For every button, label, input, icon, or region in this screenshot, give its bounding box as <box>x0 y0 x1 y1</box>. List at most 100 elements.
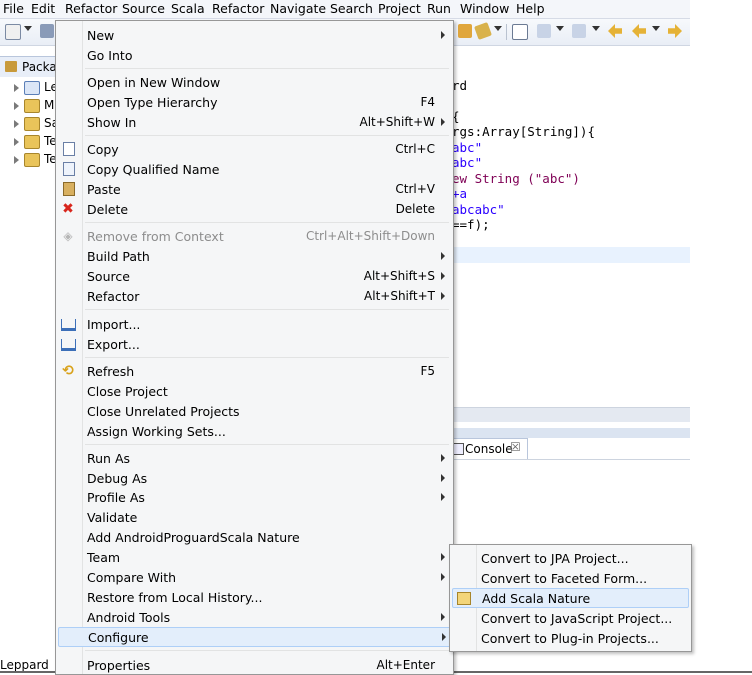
forward-icon[interactable] <box>668 24 682 38</box>
menu-item-configure[interactable]: Configure <box>58 627 451 647</box>
menu-item-refresh[interactable]: ⟲ Refresh F5 <box>58 361 449 381</box>
menu-item-open-type-hierarchy[interactable]: Open Type Hierarchy F4 <box>58 92 449 112</box>
menu-source[interactable]: Source <box>122 1 165 16</box>
menu-item-import[interactable]: Import... <box>58 314 449 334</box>
tree-item[interactable]: M <box>14 98 59 114</box>
menu-item-show-in[interactable]: Show In Alt+Shift+W <box>58 112 449 132</box>
submenu-item-convert-to-faceted-form[interactable]: Convert to Faceted Form... <box>452 568 687 588</box>
annotation-icon[interactable] <box>512 24 528 40</box>
pencil-dropdown-icon[interactable] <box>494 26 502 31</box>
new-dropdown-icon[interactable] <box>24 26 32 31</box>
menu-item-source[interactable]: Source Alt+Shift+S <box>58 266 449 286</box>
copy-qualified-icon <box>63 162 75 176</box>
expand-icon[interactable] <box>14 138 19 146</box>
menu-item-properties[interactable]: Properties Alt+Enter <box>58 655 449 674</box>
expand-icon[interactable] <box>14 84 19 92</box>
menu-help[interactable]: Help <box>516 1 545 16</box>
menu-item-build-path[interactable]: Build Path <box>58 246 449 266</box>
menu-item-close-unrelated-projects[interactable]: Close Unrelated Projects <box>58 401 449 421</box>
menu-separator <box>85 68 449 69</box>
menu-refactor[interactable]: Refactor <box>65 1 117 16</box>
menu-item-team[interactable]: Team <box>58 547 449 567</box>
prev-annotation-dropdown-icon[interactable] <box>592 26 600 31</box>
pencil-icon[interactable] <box>474 22 492 40</box>
menu-item-copy[interactable]: Copy Ctrl+C <box>58 139 449 159</box>
tree-item[interactable]: Sa <box>14 116 59 132</box>
menu-navigate[interactable]: Navigate <box>270 1 326 16</box>
menu-edit[interactable]: Edit <box>31 1 55 16</box>
menu-search[interactable]: Search <box>330 1 373 16</box>
menu-bar: File Edit Refactor Source Scala Refactor… <box>0 0 690 19</box>
menu-item-restore-from-local-history[interactable]: Restore from Local History... <box>58 587 449 607</box>
package-explorer-icon <box>5 61 17 72</box>
current-line-highlight <box>452 247 690 263</box>
menu-window[interactable]: Window <box>460 1 509 16</box>
prev-annotation-icon[interactable] <box>572 24 586 38</box>
menu-project[interactable]: Project <box>378 1 421 16</box>
back-icon[interactable] <box>632 24 646 38</box>
console-tab[interactable]: Console ☒ <box>446 438 528 459</box>
menu-refactor-2[interactable]: Refactor <box>212 1 264 16</box>
submenu-item-convert-to-javascript-project[interactable]: Convert to JavaScript Project... <box>452 608 687 628</box>
toolbar-tool-icon[interactable] <box>458 24 472 38</box>
menu-file[interactable]: File <box>3 1 24 16</box>
menu-item-export[interactable]: Export... <box>58 334 449 354</box>
menu-item-paste[interactable]: Paste Ctrl+V <box>58 179 449 199</box>
submenu-item-convert-to-plug-in-projects[interactable]: Convert to Plug-in Projects... <box>452 628 687 648</box>
console-tab-label: Console <box>465 442 513 456</box>
next-annotation-dropdown-icon[interactable] <box>556 26 564 31</box>
code-line: +a <box>452 186 468 201</box>
shortcut-label: Alt+Shift+T <box>364 289 435 303</box>
configure-submenu: Convert to JPA Project... Convert to Fac… <box>449 544 692 652</box>
submenu-arrow-icon <box>441 31 445 39</box>
submenu-arrow-icon <box>441 252 445 260</box>
menu-item-copy-qualified-name[interactable]: Copy Qualified Name <box>58 159 449 179</box>
console-view <box>452 459 690 550</box>
shortcut-label: Ctrl+Alt+Shift+Down <box>305 229 435 243</box>
remove-context-icon: ◈ <box>63 229 73 243</box>
menu-item-compare-with[interactable]: Compare With <box>58 567 449 587</box>
delete-icon: ✖ <box>62 201 74 217</box>
code-editor[interactable] <box>452 62 690 407</box>
menu-item-run-as[interactable]: Run As <box>58 448 449 468</box>
menu-run[interactable]: Run <box>427 1 451 16</box>
menu-item-new[interactable]: New <box>58 25 449 45</box>
back-dropdown-icon[interactable] <box>652 26 660 31</box>
submenu-item-convert-to-jpa-project[interactable]: Convert to JPA Project... <box>452 548 687 568</box>
submenu-item-add-scala-nature[interactable]: Add Scala Nature <box>452 588 689 608</box>
menu-item-android-tools[interactable]: Android Tools <box>58 607 449 627</box>
submenu-arrow-icon <box>441 272 445 280</box>
close-icon[interactable]: ☒ <box>510 440 521 454</box>
tree-item[interactable]: Te <box>14 134 59 150</box>
expand-icon[interactable] <box>14 156 19 164</box>
menu-item-refactor[interactable]: Refactor Alt+Shift+T <box>58 286 449 306</box>
tree-item[interactable]: Te <box>14 152 59 168</box>
next-annotation-icon[interactable] <box>537 24 551 38</box>
menu-item-assign-working-sets[interactable]: Assign Working Sets... <box>58 421 449 441</box>
menu-item-validate[interactable]: Validate <box>58 507 449 527</box>
back-arrow-icon[interactable] <box>608 24 622 38</box>
save-icon[interactable] <box>40 24 54 38</box>
menu-item-go-into[interactable]: Go Into <box>58 45 449 65</box>
status-label: Leppard <box>0 658 49 672</box>
menu-item-add-androidproguardscala-nature[interactable]: Add AndroidProguardScala Nature <box>58 527 449 547</box>
menu-item-delete[interactable]: ✖ Delete Delete <box>58 199 449 219</box>
tree-item[interactable]: Le <box>14 80 59 96</box>
toolbar-separator <box>506 24 507 40</box>
menu-item-remove-from-context: ◈ Remove from Context Ctrl+Alt+Shift+Dow… <box>58 226 449 246</box>
menu-item-debug-as[interactable]: Debug As <box>58 468 449 488</box>
new-icon[interactable] <box>5 24 21 40</box>
editor-horizontal-scrollbar[interactable] <box>452 407 690 422</box>
menu-item-profile-as[interactable]: Profile As <box>58 487 449 507</box>
menu-scala[interactable]: Scala <box>171 1 205 16</box>
menu-item-open-in-new-window[interactable]: Open in New Window <box>58 72 449 92</box>
submenu-arrow-icon <box>441 573 445 581</box>
shortcut-label: Alt+Shift+S <box>363 269 435 283</box>
menu-separator <box>85 222 449 223</box>
expand-icon[interactable] <box>14 102 19 110</box>
submenu-arrow-icon <box>441 454 445 462</box>
menu-item-close-project[interactable]: Close Project <box>58 381 449 401</box>
expand-icon[interactable] <box>14 120 19 128</box>
package-explorer-tab[interactable]: Packag <box>0 56 64 77</box>
scala-project-icon <box>24 135 40 149</box>
